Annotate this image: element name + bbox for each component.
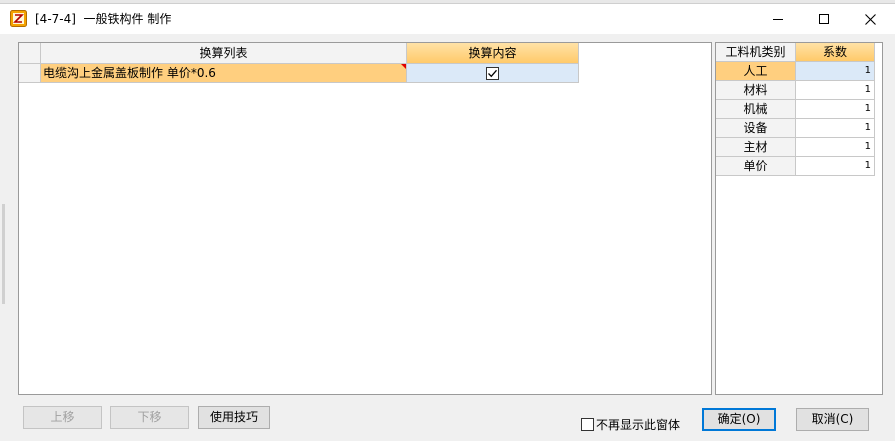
table-row[interactable]: 人工 1 — [716, 62, 875, 81]
row-number-header — [19, 43, 41, 64]
row-number-cell — [19, 64, 41, 83]
ok-button[interactable]: 确定(O) — [702, 408, 776, 431]
category-cell: 单价 — [716, 157, 796, 176]
table-row[interactable]: 单价 1 — [716, 157, 875, 176]
column-header-content[interactable]: 换算内容 — [407, 43, 579, 64]
minimize-button[interactable] — [755, 4, 801, 34]
table-row[interactable]: 主材 1 — [716, 138, 875, 157]
title-bar: [4-7-4] 一般铁构件 制作 — [0, 4, 895, 34]
maximize-button[interactable] — [801, 4, 847, 34]
maximize-icon — [819, 14, 829, 24]
move-up-button[interactable]: 上移 — [23, 406, 102, 429]
category-cell: 材料 — [716, 81, 796, 100]
app-icon — [10, 10, 27, 27]
close-button[interactable] — [847, 4, 893, 34]
category-cell: 机械 — [716, 100, 796, 119]
table-row[interactable]: 电缆沟上金属盖板制作 单价*0.6 — [19, 64, 579, 83]
conversion-grid[interactable]: 换算列表 换算内容 电缆沟上金属盖板制作 单价*0.6 — [18, 42, 712, 395]
coefficient-cell[interactable]: 1 — [796, 119, 875, 138]
coefficient-cell[interactable]: 1 — [796, 62, 875, 81]
conversion-item-text: 电缆沟上金属盖板制作 单价*0.6 — [43, 66, 216, 80]
category-cell: 人工 — [716, 62, 796, 81]
dialog-window: [4-7-4] 一般铁构件 制作 换算列表 换算内容 电缆沟上金属盖板制作 单价… — [0, 0, 895, 441]
conversion-checkbox[interactable] — [486, 66, 499, 80]
left-edge-handle — [2, 204, 5, 304]
category-cell: 主材 — [716, 138, 796, 157]
dialog-content: 换算列表 换算内容 电缆沟上金属盖板制作 单价*0.6 工料机类别 系数 人工 … — [0, 34, 895, 441]
conversion-list-cell[interactable]: 电缆沟上金属盖板制作 单价*0.6 — [41, 64, 407, 83]
coefficient-cell[interactable]: 1 — [796, 100, 875, 119]
table-row[interactable]: 材料 1 — [716, 81, 875, 100]
coefficient-cell[interactable]: 1 — [796, 81, 875, 100]
minimize-icon — [773, 19, 783, 20]
table-row[interactable]: 设备 1 — [716, 119, 875, 138]
close-icon — [864, 13, 876, 25]
column-header-type[interactable]: 工料机类别 — [716, 43, 796, 62]
coefficient-cell[interactable]: 1 — [796, 157, 875, 176]
move-down-button[interactable]: 下移 — [110, 406, 189, 429]
dont-show-again-checkbox[interactable]: 不再显示此窗体 — [581, 416, 680, 433]
coefficient-grid[interactable]: 工料机类别 系数 人工 1 材料 1 机械 1 设备 1 主材 1 单价 1 — [715, 42, 883, 395]
coefficient-cell[interactable]: 1 — [796, 138, 875, 157]
table-row[interactable]: 机械 1 — [716, 100, 875, 119]
usage-tips-button[interactable]: 使用技巧 — [198, 406, 270, 429]
cancel-button[interactable]: 取消(C) — [796, 408, 869, 431]
conversion-content-cell[interactable] — [407, 64, 579, 83]
column-header-list[interactable]: 换算列表 — [41, 43, 407, 64]
dont-show-again-label: 不再显示此窗体 — [596, 418, 681, 432]
checkmark-icon — [488, 69, 497, 77]
column-header-coef[interactable]: 系数 — [796, 43, 875, 62]
checkbox-box[interactable] — [581, 418, 594, 431]
comment-marker-icon — [401, 64, 406, 69]
category-cell: 设备 — [716, 119, 796, 138]
window-title: [4-7-4] 一般铁构件 制作 — [35, 12, 172, 26]
